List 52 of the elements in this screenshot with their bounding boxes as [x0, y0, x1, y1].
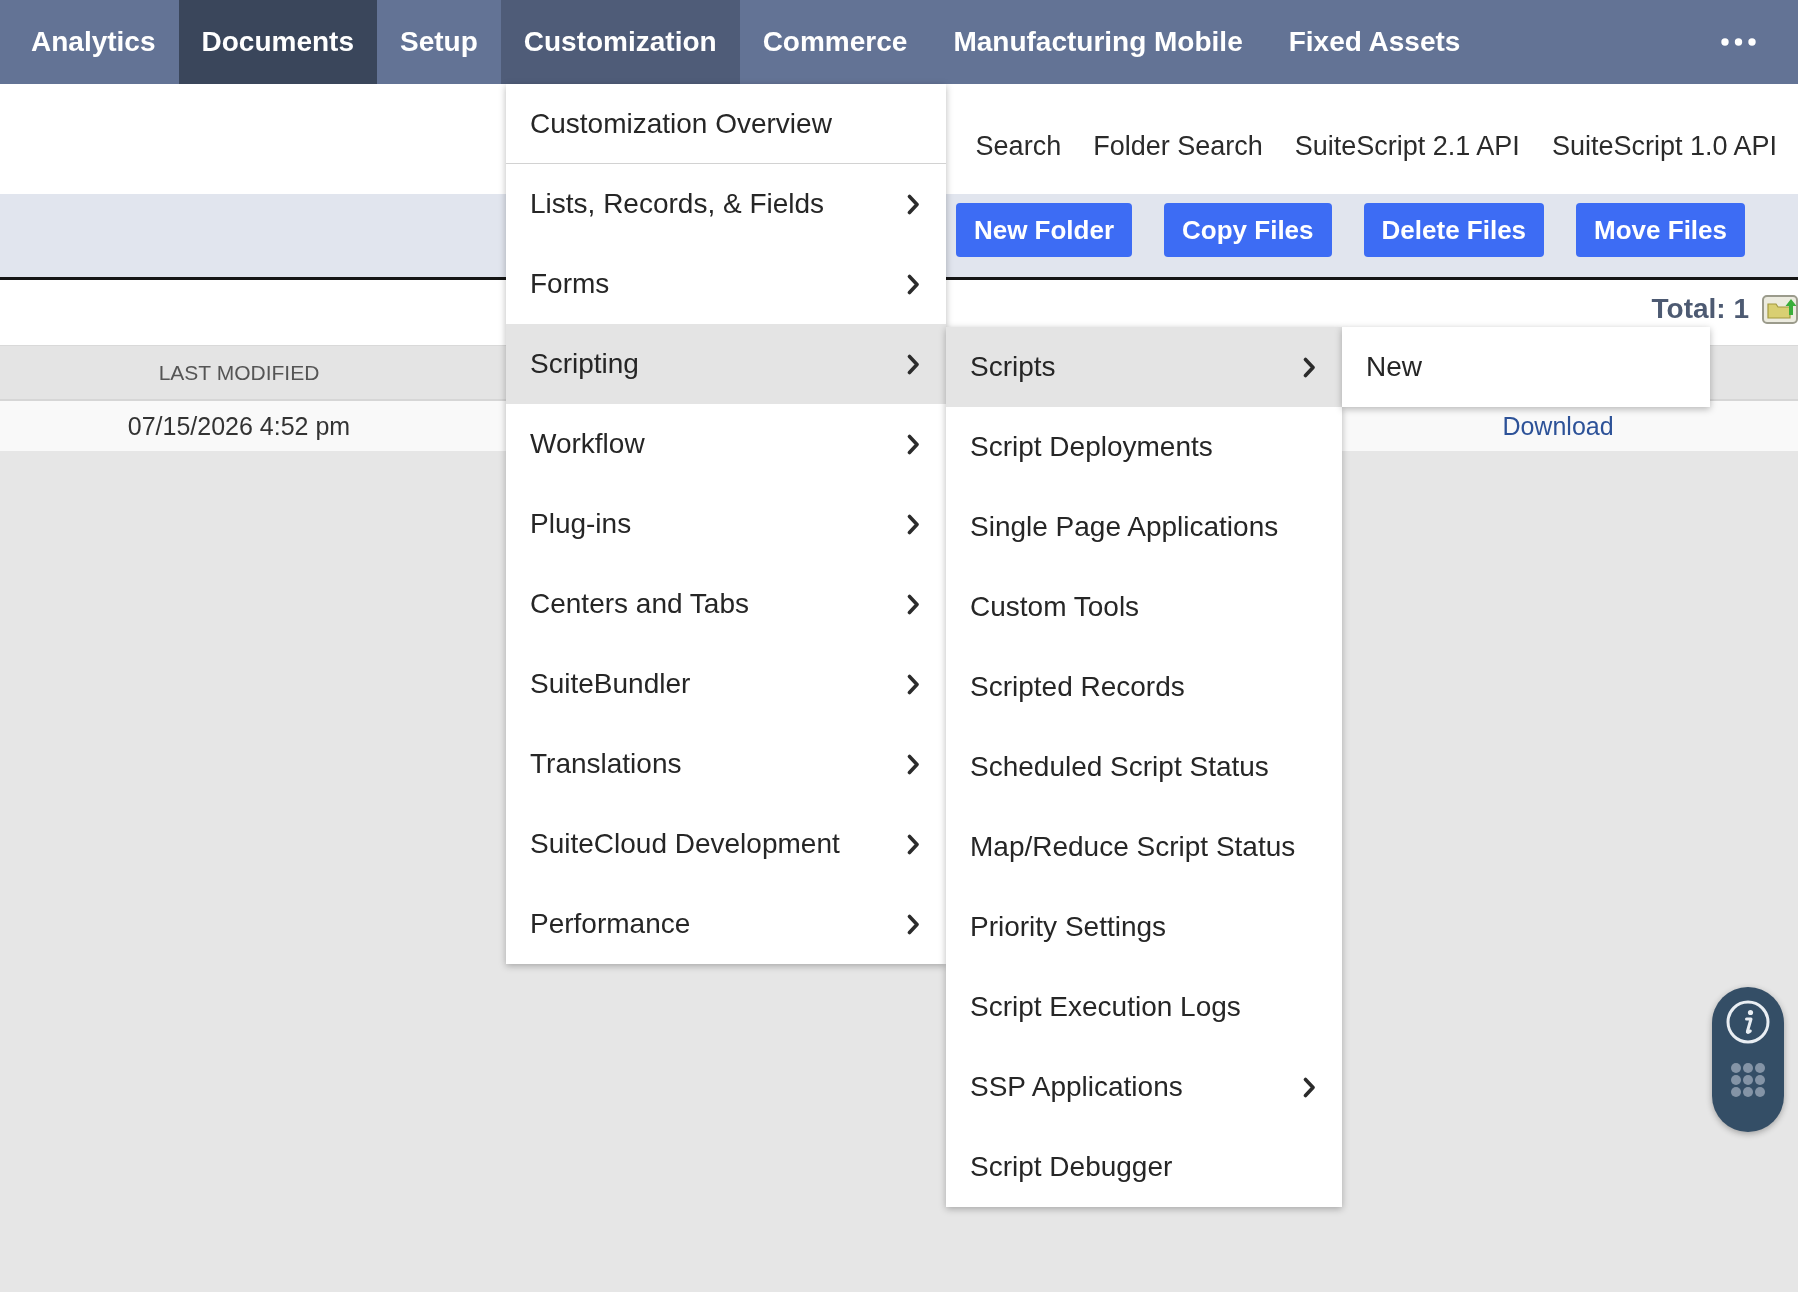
column-header: LAST MODIFIED: [158, 360, 320, 385]
menu-item[interactable]: Script Deployments: [946, 407, 1342, 487]
header-link[interactable]: SuiteScript 2.1 API: [1294, 130, 1520, 162]
menu-item[interactable]: Scripts: [946, 327, 1342, 407]
chevron-right-icon: [907, 193, 920, 215]
menu-item[interactable]: Performance: [506, 884, 946, 964]
menu-item[interactable]: Translations: [506, 724, 946, 804]
toolbar-button[interactable]: Copy Files: [1164, 203, 1332, 257]
nav-tab[interactable]: Documents: [178, 0, 377, 84]
menu-item[interactable]: Scripted Records: [946, 647, 1342, 727]
menu-item[interactable]: Custom Tools: [946, 567, 1342, 647]
menu-item[interactable]: Single Page Applications: [946, 487, 1342, 567]
toolbar-button[interactable]: Move Files: [1576, 203, 1745, 257]
menu-item[interactable]: Forms: [506, 244, 946, 324]
toolbar-button[interactable]: New Folder: [955, 203, 1133, 257]
header-link[interactable]: Folder Search: [1093, 130, 1263, 162]
table-cell: 07/15/2026 4:52 pm: [127, 411, 351, 441]
header-link[interactable]: Search: [975, 130, 1062, 162]
menu-item[interactable]: New: [1342, 327, 1710, 407]
menu-item[interactable]: Priority Settings: [946, 887, 1342, 967]
menu-item[interactable]: Centers and Tabs: [506, 564, 946, 644]
menu-item[interactable]: SuiteCloud Development: [506, 804, 946, 884]
header-link[interactable]: SuiteScript 1.0 API: [1551, 130, 1777, 162]
menu-item[interactable]: Workflow: [506, 404, 946, 484]
chevron-right-icon: [1303, 1076, 1316, 1098]
info-icon[interactable]: [1726, 1000, 1770, 1044]
menu-item[interactable]: Map/Reduce Script Status: [946, 807, 1342, 887]
menu-item[interactable]: Scripting: [506, 324, 946, 404]
download-link[interactable]: Download: [1502, 411, 1614, 441]
chevron-right-icon: [907, 433, 920, 455]
nav-tab[interactable]: Customization: [500, 0, 740, 84]
menu-item[interactable]: Plug-ins: [506, 484, 946, 564]
menu-item[interactable]: Script Execution Logs: [946, 967, 1342, 1047]
grid-dots-icon[interactable]: [1730, 1062, 1766, 1098]
chevron-right-icon: [907, 593, 920, 615]
more-icon[interactable]: [1721, 38, 1756, 46]
chevron-right-icon: [907, 753, 920, 775]
chevron-right-icon: [907, 673, 920, 695]
menu-item[interactable]: Customization Overview: [506, 84, 946, 164]
toolbar-button[interactable]: Delete Files: [1363, 203, 1545, 257]
menu-item[interactable]: Scheduled Script Status: [946, 727, 1342, 807]
total-count: Total: 1: [1651, 295, 1749, 323]
chevron-right-icon: [907, 833, 920, 855]
chevron-right-icon: [907, 913, 920, 935]
menu-item[interactable]: SSP Applications: [946, 1047, 1342, 1127]
chevron-right-icon: [907, 273, 920, 295]
chevron-right-icon: [907, 513, 920, 535]
menu-item[interactable]: SuiteBundler: [506, 644, 946, 724]
chevron-right-icon: [907, 353, 920, 375]
menu-item[interactable]: Script Debugger: [946, 1127, 1342, 1207]
menu-item[interactable]: Lists, Records, & Fields: [506, 164, 946, 244]
chevron-right-icon: [1303, 356, 1316, 378]
